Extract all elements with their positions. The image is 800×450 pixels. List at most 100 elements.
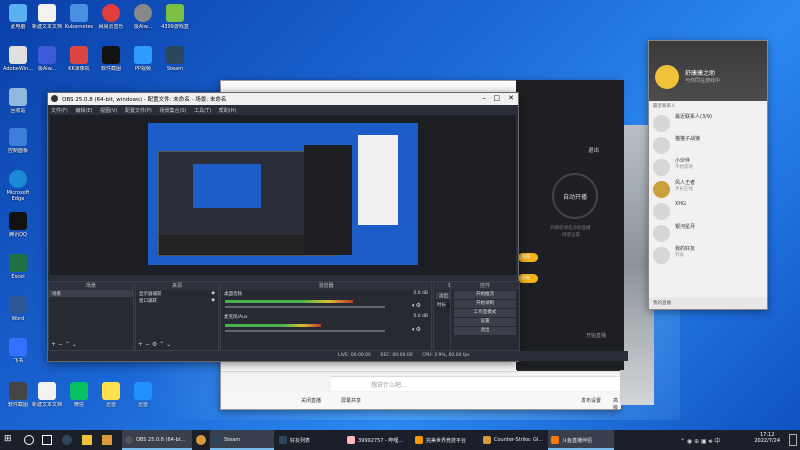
contact-item[interactable]: 银河星月: [649, 223, 767, 245]
close-icon[interactable]: ✕: [508, 94, 514, 102]
close-live-button[interactable]: 关闭直播: [301, 397, 321, 404]
speaker-icon[interactable]: 🔈︎⚙: [412, 302, 421, 310]
folder-icon[interactable]: [82, 435, 92, 445]
minimize-icon[interactable]: –: [483, 94, 487, 102]
desktop-icon[interactable]: KK录像机: [62, 46, 96, 78]
taskbar-item-douyu[interactable]: 斗鱼直播伴侣: [548, 430, 614, 450]
steam-icon[interactable]: [62, 435, 72, 445]
search-icon[interactable]: [24, 435, 34, 445]
exit-button[interactable]: 退出: [588, 146, 599, 154]
app-icon[interactable]: [196, 435, 206, 445]
system-tray-icons[interactable]: ⌃ ◉ ⊕ ▣ 🔊︎ 中: [680, 436, 720, 446]
start-pill[interactable]: 开始: [518, 274, 538, 283]
menu-view[interactable]: 视图(V): [100, 108, 117, 114]
live-status: LIVE: 00:00:00: [338, 353, 371, 358]
source-item[interactable]: 窗口捕获 ◉: [136, 297, 218, 304]
volume-slider[interactable]: [225, 330, 385, 332]
steam-icon: [213, 436, 221, 444]
contact-item[interactable]: 我的好友 列表: [649, 245, 767, 267]
task-view-icon[interactable]: [42, 435, 52, 445]
volume-slider[interactable]: [225, 306, 385, 308]
contact-item[interactable]: 最近联系人(3/9): [649, 113, 767, 135]
desktop-icon[interactable]: Microsoft Edge: [1, 170, 35, 202]
menu-profile[interactable]: 配置文件(P): [125, 108, 152, 114]
notification-icon[interactable]: [789, 434, 797, 446]
taskbar-item-steam[interactable]: Steam: [210, 430, 274, 450]
contact-item[interactable]: 小伙伴 不想说明: [649, 157, 767, 179]
section-title: 最近联系人: [653, 104, 676, 109]
start-live-button[interactable]: 开始直播: [586, 332, 606, 339]
desktop-icon[interactable]: 腾讯QQ: [1, 212, 35, 244]
auto-start-button[interactable]: 自动开播: [552, 173, 598, 219]
desktop-icon[interactable]: Excel: [1, 254, 35, 286]
obs-icon: [125, 436, 133, 444]
avatar[interactable]: [655, 65, 679, 89]
desktop-icon[interactable]: Steam: [158, 46, 192, 78]
contact-item[interactable]: 猫猫子战狼: [649, 135, 767, 157]
menu-edit[interactable]: 编辑(E): [75, 108, 92, 114]
menu-help[interactable]: 帮助(H): [219, 108, 237, 114]
taskbar-item-friends[interactable]: 好友列表: [276, 430, 342, 450]
mixer-level-meter: [225, 324, 321, 327]
app-icon[interactable]: [102, 435, 112, 445]
desktop-icon[interactable]: 飞书: [1, 338, 35, 370]
desktop-icon[interactable]: 迅雷: [94, 382, 128, 414]
desktop-icon[interactable]: Word: [1, 296, 35, 328]
screen-share-button[interactable]: 屏幕共享: [341, 397, 361, 404]
maximize-icon[interactable]: □: [493, 94, 500, 102]
desktop-icon[interactable]: 极Aiw...: [30, 46, 64, 78]
start-streaming-button[interactable]: 开始推流: [454, 291, 516, 299]
eye-icon[interactable]: ◉: [211, 298, 215, 303]
nested-preview: [193, 164, 261, 208]
desktop-icon[interactable]: 4399游戏盒: [158, 4, 192, 36]
exit-button[interactable]: 退出: [454, 327, 516, 335]
contact-item[interactable]: 风人王者 手机在线: [649, 179, 767, 201]
settings-button[interactable]: 设置: [454, 318, 516, 326]
scene-item[interactable]: 场景: [49, 290, 133, 297]
chat-input[interactable]: 想说什么吧...: [331, 376, 621, 391]
desktop-icon[interactable]: 微信: [62, 382, 96, 414]
publish-settings-button[interactable]: 发布设置: [581, 397, 601, 404]
studio-mode-button[interactable]: 工作室模式: [454, 309, 516, 317]
menu-scene-collection[interactable]: 场景集合(S): [159, 108, 186, 114]
panel-footer[interactable]: 我的直播: [649, 297, 767, 309]
dock-title: 来源: [136, 282, 218, 290]
desktop-icon[interactable]: 新建文本文档: [30, 382, 64, 414]
pp-video-icon: [134, 46, 152, 64]
menu-file[interactable]: 文件(F): [51, 108, 68, 114]
desktop-icon[interactable]: 回收站: [1, 88, 35, 120]
nested-taskbar: [148, 265, 418, 271]
word-icon: [9, 296, 27, 314]
start-recording-button[interactable]: 开始录制: [454, 300, 516, 308]
contact-item[interactable]: XHG: [649, 201, 767, 223]
app-icon: [9, 382, 27, 400]
source-item[interactable]: 显示器捕获 ◉: [136, 290, 218, 297]
clock[interactable]: 17:12 2022/7/24: [754, 432, 780, 444]
eye-icon[interactable]: ◉: [211, 291, 215, 296]
scene-controls[interactable]: + − ⌃ ⌄: [51, 341, 77, 348]
obs-window: OBS 25.0.8 (64-bit, windows) - 配置文件: 未命名…: [47, 92, 628, 362]
chat-toolbar: 关闭直播 屏幕共享 发布设置 高级: [221, 392, 621, 411]
desktop-icon[interactable]: Kubernetes: [62, 4, 96, 36]
desktop-icon[interactable]: 新建文本文档: [30, 4, 64, 36]
contact-panel: 舒康康之助 与你同在游戏中 最近联系人 最近联系人(3/9) 猫猫子战狼 小伙伴…: [648, 40, 768, 310]
desktop-icon[interactable]: 软件截图: [94, 46, 128, 78]
desktop-icon[interactable]: 网易云音乐: [94, 4, 128, 36]
taskbar-item-perfect-world[interactable]: 完美世界竞技平台: [412, 430, 478, 450]
taskbar: ⊞ OBS 25.0.8 (64-bi... Steam 好友列表 399927…: [0, 430, 800, 450]
desktop-icon[interactable]: PP视频: [126, 46, 160, 78]
taskbar-item-obs[interactable]: OBS 25.0.8 (64-bi...: [122, 430, 192, 450]
windows-start-icon[interactable]: ⊞: [4, 434, 14, 444]
taskbar-item-bilibili[interactable]: 39992757 - 哔哩...: [344, 430, 410, 450]
speaker-icon[interactable]: 🔈︎⚙: [412, 326, 421, 334]
obs-preview[interactable]: [50, 115, 516, 275]
menu-tools[interactable]: 工具(T): [194, 108, 211, 114]
desktop-icon[interactable]: 极Aiw...: [126, 4, 160, 36]
window-title: OBS 25.0.8 (64-bit, windows) - 配置文件: 未命名…: [62, 97, 227, 103]
obs-logo-icon: [51, 95, 58, 102]
taskbar-item-csgo[interactable]: Counter-Strike: Gl...: [480, 430, 546, 450]
source-controls[interactable]: + − ⚙ ⌃ ⌄: [138, 341, 171, 348]
desktop-icon[interactable]: 控制面板: [1, 128, 35, 160]
desktop-icon[interactable]: 迅雷: [126, 382, 160, 414]
recommend-pill[interactable]: 推荐: [518, 253, 538, 262]
